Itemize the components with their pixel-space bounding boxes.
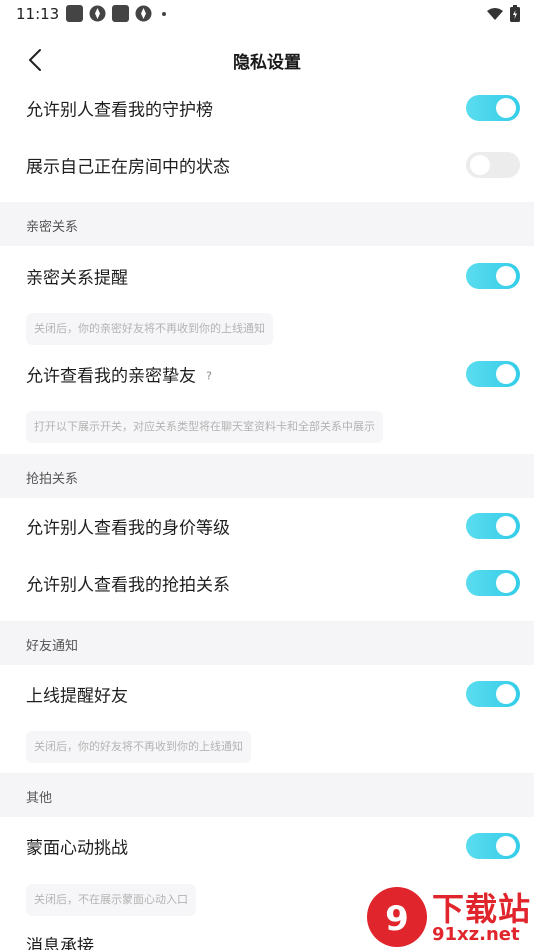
more-notifications-dot bbox=[162, 11, 166, 16]
mask-challenge-toggle[interactable] bbox=[466, 833, 520, 859]
friend-notify-hint: 关闭后，你的好友将不再收到你的上线通知 bbox=[26, 731, 251, 763]
setting-label: 蒙面心动挑战 bbox=[26, 838, 128, 859]
section-header-intimacy: 亲密关系 bbox=[0, 202, 534, 246]
toggle-knob bbox=[496, 516, 516, 536]
section-header-other: 其他 bbox=[0, 773, 534, 817]
toggle-knob bbox=[470, 155, 490, 175]
setting-label: 上线提醒好友 bbox=[26, 686, 128, 707]
worth-level-toggle[interactable] bbox=[466, 513, 520, 539]
setting-row-worth-level: 允许别人查看我的身价等级 bbox=[0, 498, 534, 554]
setting-row-view-close-friends: 允许查看我的亲密挚友? bbox=[0, 346, 534, 402]
setting-row-room-status: 展示自己正在房间中的状态 bbox=[0, 137, 534, 193]
grab-relation-toggle[interactable] bbox=[466, 570, 520, 596]
battery-icon bbox=[510, 5, 520, 22]
setting-row-grab-relation: 允许别人查看我的抢拍关系 bbox=[0, 555, 534, 611]
setting-row-intimacy-reminder: 亲密关系提醒 bbox=[0, 248, 534, 304]
setting-row-online-remind: 上线提醒好友 bbox=[0, 666, 534, 722]
setting-label: 展示自己正在房间中的状态 bbox=[26, 157, 230, 178]
wifi-icon bbox=[487, 7, 503, 20]
watermark-url: 91xz.net bbox=[432, 924, 520, 945]
toggle-knob bbox=[496, 364, 516, 384]
setting-row-guard-list: 允许别人查看我的守护榜 bbox=[0, 80, 534, 136]
svg-text:9: 9 bbox=[385, 899, 409, 939]
guard-list-toggle[interactable] bbox=[466, 95, 520, 121]
notification-icons bbox=[66, 5, 166, 22]
setting-label: 允许查看我的亲密挚友? bbox=[26, 362, 216, 387]
watermark-logo-icon: 9 bbox=[367, 887, 427, 947]
setting-row-mask-challenge: 蒙面心动挑战 bbox=[0, 818, 534, 874]
section-label: 好友通知 bbox=[26, 639, 79, 654]
status-time: 11:13 bbox=[16, 5, 60, 23]
status-bar: 11:13 bbox=[0, 0, 534, 28]
close-friends-hint: 打开以下展示开关，对应关系类型将在聊天室资料卡和全部关系中展示 bbox=[26, 411, 383, 443]
setting-label-text: 允许查看我的亲密挚友 bbox=[26, 366, 196, 387]
online-remind-toggle[interactable] bbox=[466, 681, 520, 707]
pinwheel-icon bbox=[89, 5, 106, 22]
room-status-toggle[interactable] bbox=[466, 152, 520, 178]
toggle-knob bbox=[496, 836, 516, 856]
toggle-knob bbox=[496, 266, 516, 286]
mask-hint: 关闭后，不在展示蒙面心动入口 bbox=[26, 884, 196, 916]
toggle-knob bbox=[496, 684, 516, 704]
app-notification-icon bbox=[112, 5, 129, 22]
intimacy-hint: 关闭后，你的亲密好友将不再收到你的上线通知 bbox=[26, 313, 273, 345]
section-label: 其他 bbox=[26, 791, 53, 806]
page-title: 隐私设置 bbox=[233, 53, 301, 73]
section-label: 亲密关系 bbox=[26, 220, 79, 235]
intimacy-reminder-toggle[interactable] bbox=[466, 263, 520, 289]
setting-label: 亲密关系提醒 bbox=[26, 268, 128, 289]
view-close-friends-toggle[interactable] bbox=[466, 361, 520, 387]
pinwheel-icon bbox=[135, 5, 152, 22]
toggle-knob bbox=[496, 98, 516, 118]
section-header-friend-notify: 好友通知 bbox=[0, 621, 534, 665]
section-header-grab: 抢拍关系 bbox=[0, 454, 534, 498]
watermark: 9 下载站 91xz.net bbox=[364, 884, 534, 950]
toggle-knob bbox=[496, 573, 516, 593]
setting-label: 允许别人查看我的抢拍关系 bbox=[26, 575, 230, 596]
setting-label: 允许别人查看我的守护榜 bbox=[26, 100, 213, 121]
help-icon[interactable]: ? bbox=[202, 370, 216, 384]
system-icons bbox=[486, 5, 520, 22]
app-notification-icon bbox=[66, 5, 83, 22]
section-label: 抢拍关系 bbox=[26, 472, 79, 487]
setting-label: 允许别人查看我的身价等级 bbox=[26, 518, 230, 539]
setting-label: 消息承接 bbox=[26, 936, 94, 950]
